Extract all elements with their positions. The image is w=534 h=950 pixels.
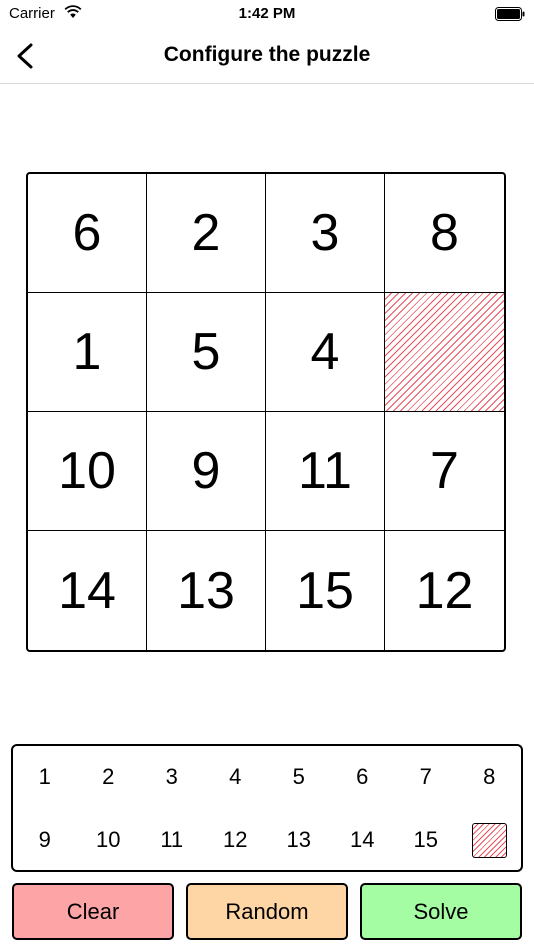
board-tile[interactable]: 12 (385, 531, 504, 650)
board-tile[interactable]: 14 (28, 531, 147, 650)
palette-number[interactable]: 3 (140, 749, 204, 805)
empty-tile[interactable] (385, 293, 504, 412)
palette-number[interactable]: 14 (331, 812, 395, 868)
palette-number[interactable]: 1 (13, 749, 77, 805)
puzzle-config-screen: Carrier 1:42 PM Configure the puzzle 6 2… (0, 0, 534, 950)
board-tile[interactable]: 2 (147, 174, 266, 293)
board-tile[interactable]: 3 (266, 174, 385, 293)
solve-button[interactable]: Solve (360, 883, 522, 940)
board-tile[interactable]: 7 (385, 412, 504, 531)
blank-swatch (471, 822, 507, 858)
board-tile[interactable]: 10 (28, 412, 147, 531)
board-tile[interactable]: 5 (147, 293, 266, 412)
palette-number[interactable]: 15 (394, 812, 458, 868)
palette-number[interactable]: 2 (77, 749, 141, 805)
palette-number[interactable]: 10 (77, 812, 141, 868)
palette-number[interactable]: 4 (204, 749, 268, 805)
palette-number[interactable]: 13 (267, 812, 331, 868)
palette-number[interactable]: 8 (458, 749, 522, 805)
board-tile[interactable]: 8 (385, 174, 504, 293)
palette-number[interactable]: 12 (204, 812, 268, 868)
number-palette: 1 2 3 4 5 6 7 8 9 10 11 12 13 14 15 (11, 744, 523, 872)
palette-number[interactable]: 9 (13, 812, 77, 868)
board-tile[interactable]: 1 (28, 293, 147, 412)
status-time: 1:42 PM (238, 5, 296, 22)
board-tile[interactable]: 6 (28, 174, 147, 293)
board-tile[interactable]: 11 (266, 412, 385, 531)
board-tile[interactable]: 15 (266, 531, 385, 650)
palette-row: 9 10 11 12 13 14 15 (13, 812, 521, 868)
battery-icon (495, 7, 525, 21)
random-button[interactable]: Random (186, 883, 348, 940)
palette-blank-option[interactable] (458, 812, 522, 868)
palette-number[interactable]: 11 (140, 812, 204, 868)
board-tile[interactable]: 4 (266, 293, 385, 412)
navigation-bar: Configure the puzzle (0, 30, 534, 84)
palette-number[interactable]: 7 (394, 749, 458, 805)
palette-number[interactable]: 6 (331, 749, 395, 805)
palette-row: 1 2 3 4 5 6 7 8 (13, 749, 521, 805)
palette-number[interactable]: 5 (267, 749, 331, 805)
status-bar: Carrier 1:42 PM (0, 0, 534, 30)
board-tile[interactable]: 9 (147, 412, 266, 531)
board-tile[interactable]: 13 (147, 531, 266, 650)
clear-button[interactable]: Clear (12, 883, 174, 940)
puzzle-board: 6 2 3 8 1 5 4 10 9 11 7 14 13 15 12 (26, 172, 506, 652)
page-title: Configure the puzzle (163, 43, 371, 66)
